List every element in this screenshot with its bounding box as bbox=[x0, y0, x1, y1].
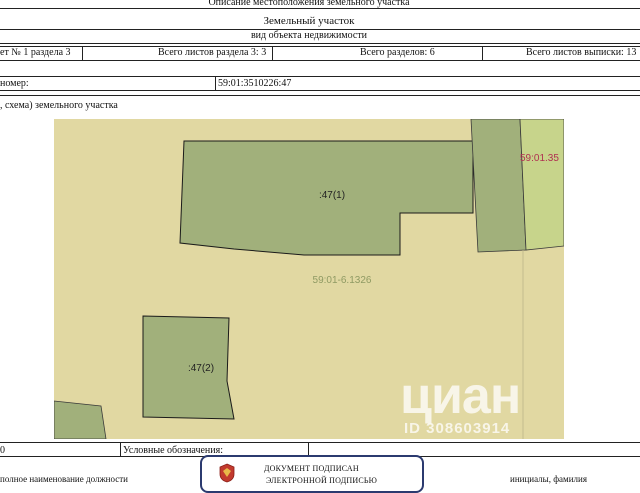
rule bbox=[0, 76, 640, 77]
signature-line-2: ЭЛЕКТРОННОЙ ПОДПИСЬЮ bbox=[266, 476, 378, 485]
extract-sheets: Всего листов выписки: 13 bbox=[526, 47, 637, 58]
neighbor-bottom-left bbox=[54, 400, 107, 439]
rule bbox=[0, 442, 640, 443]
plan-caption: , схема) земельного участка bbox=[0, 100, 118, 111]
object-kind-caption: вид объекта недвижимости bbox=[250, 30, 368, 41]
neighbor-strip-left bbox=[470, 119, 527, 253]
divider bbox=[215, 76, 216, 90]
section-sheets: Всего листов раздела 3: 3 bbox=[158, 47, 267, 58]
watermark-id: ID 308603914 bbox=[404, 420, 511, 437]
block-number-label: 59:01-6.1326 bbox=[313, 275, 372, 286]
section-title: Описание местоположения земельного участ… bbox=[208, 0, 410, 8]
neighbor-number-label: 59:01.35 bbox=[520, 153, 559, 164]
cadastral-number: 59:01:3510226:47 bbox=[218, 78, 292, 89]
sheet-number: ет № 1 раздела 3 bbox=[0, 47, 71, 58]
neighbor-strip-right bbox=[519, 119, 564, 251]
object-type: Земельный участок bbox=[263, 15, 355, 27]
name-caption: инициалы, фамилия bbox=[510, 474, 587, 484]
divider bbox=[308, 442, 309, 456]
rule bbox=[0, 90, 640, 91]
parcel-main-label: :47(1) bbox=[319, 190, 345, 201]
emblem-icon bbox=[219, 463, 235, 483]
divider bbox=[120, 442, 121, 456]
sections-total: Всего разделов: 6 bbox=[360, 47, 435, 58]
rule bbox=[0, 43, 640, 44]
parcel-secondary-label: :47(2) bbox=[188, 363, 214, 374]
rule bbox=[0, 60, 640, 61]
signature-stamp: ДОКУМЕНТ ПОДПИСАН ЭЛЕКТРОННОЙ ПОДПИСЬЮ bbox=[200, 455, 424, 493]
signature-line-1: ДОКУМЕНТ ПОДПИСАН bbox=[264, 464, 359, 473]
position-caption: полное наименование должности bbox=[0, 474, 128, 484]
rule bbox=[0, 95, 640, 96]
watermark-brand: циан bbox=[400, 367, 521, 425]
cadastral-label: номер: bbox=[0, 78, 29, 89]
divider bbox=[272, 46, 273, 60]
divider bbox=[482, 46, 483, 60]
divider bbox=[82, 46, 83, 60]
